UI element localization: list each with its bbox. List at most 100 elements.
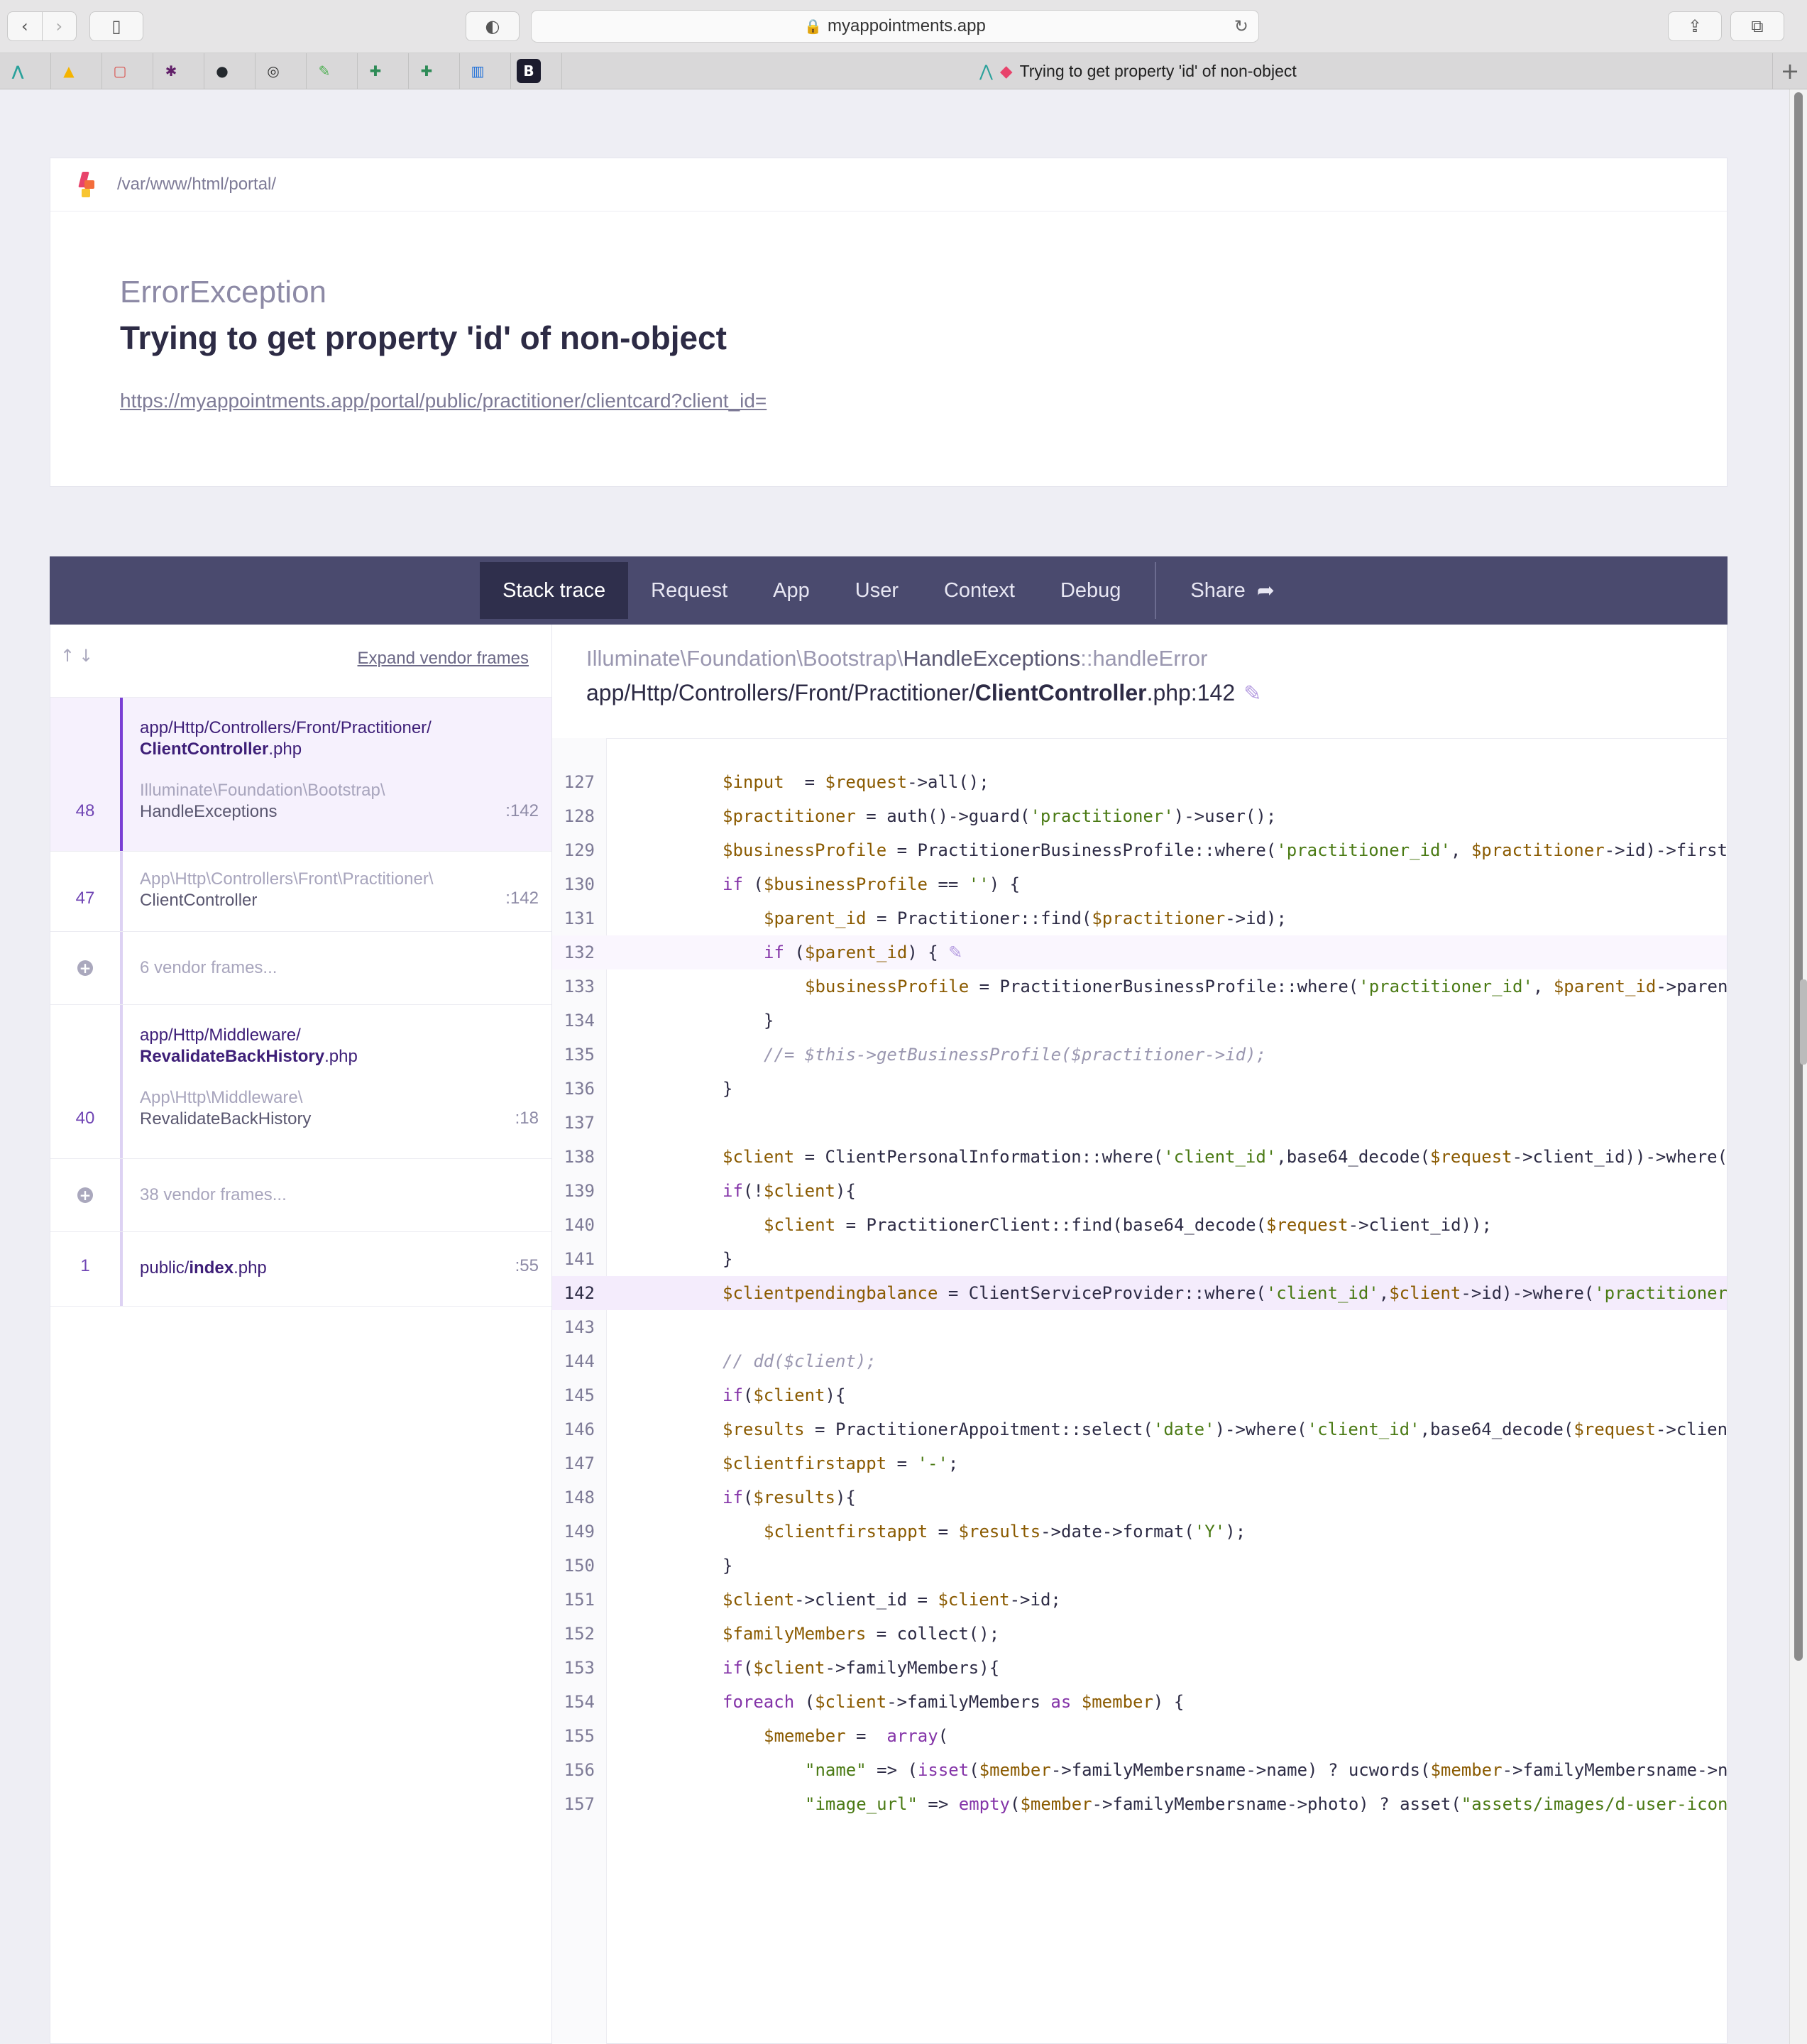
trello-icon[interactable]: ▥ <box>466 59 490 83</box>
browser-toolbar: ‹ › ▯ ◐ 🔒 myappointments.app ↻ ⇪ ⧉ <box>0 0 1807 53</box>
stack-frame[interactable]: 1 public/index.php:55 <box>50 1232 551 1307</box>
code-token: $parent_id <box>764 908 867 928</box>
sheets-plus-icon[interactable]: ✚ <box>363 59 388 83</box>
code-line: 136} <box>552 1072 1727 1106</box>
vendor-frames-toggle[interactable]: +38 vendor frames... <box>50 1159 551 1232</box>
slack-icon[interactable]: ✱ <box>159 59 183 83</box>
tab-debug[interactable]: Debug <box>1038 562 1143 619</box>
line-number: 147 <box>564 1454 595 1473</box>
code-lines: 127 $input = $request->all(); 128 $practiti… <box>552 765 1727 1821</box>
app-path-bar: /var/www/html/portal/ <box>50 158 1727 211</box>
error-tab-icon: ◆ <box>999 62 1013 81</box>
line-number: 130 <box>564 874 595 894</box>
exception-class: ErrorException <box>120 275 327 309</box>
history-nav: ‹ › <box>7 11 77 41</box>
code-line: 139 if(!$client){ <box>552 1174 1727 1208</box>
stack-frame[interactable]: 47 App\Http\Controllers\Front\Practitione… <box>50 852 551 932</box>
request-url-link[interactable]: https://myappointments.app/portal/public… <box>120 390 767 412</box>
line-source: $parent_id = Practitioner::find($practit… <box>764 908 1287 928</box>
tab-context[interactable]: Context <box>921 562 1038 619</box>
line-source: $practitioner = auth()->guard('practitio… <box>723 806 1277 826</box>
page-scrollbar-thumb[interactable] <box>1794 92 1803 1661</box>
code-token: '' <box>968 874 989 894</box>
sidebar-toggle-icon[interactable]: ▯ <box>89 11 143 41</box>
vendor-frames-count: 38 vendor frames... <box>140 1185 287 1204</box>
line-number: 150 <box>564 1556 595 1576</box>
forward-icon[interactable]: › <box>41 12 77 40</box>
code-token: $results <box>958 1522 1041 1542</box>
code-token: 'practitioner_id' <box>1358 977 1533 996</box>
code-token: $member <box>979 1760 1051 1780</box>
ms-planner-icon[interactable]: ⋀ <box>6 59 30 83</box>
code-token: $client <box>938 1590 1010 1610</box>
code-line: 145 if($client){ <box>552 1378 1727 1412</box>
code-token: $member <box>1430 1760 1503 1780</box>
share-button[interactable]: Share ➦ <box>1168 562 1297 619</box>
active-tab[interactable]: ⋀ ◆ Trying to get property 'id' of non-o… <box>979 62 1297 81</box>
code-token: 'date' <box>1153 1419 1215 1439</box>
line-number: 133 <box>564 977 595 996</box>
code-line: 153 if($client->familyMembers){ <box>552 1651 1727 1685</box>
code-token: empty <box>958 1794 1010 1814</box>
code-token: if <box>723 874 743 894</box>
tab-stack-trace[interactable]: Stack trace <box>480 562 629 619</box>
code-line: 137 <box>552 1106 1727 1140</box>
google-drive-icon[interactable]: ▲ <box>57 59 81 83</box>
new-tab-icon[interactable]: + <box>1772 53 1807 89</box>
sort-arrows-icon[interactable]: ↑↓ <box>60 646 97 666</box>
line-source: "name" => (isset($member->familyMembersn… <box>805 1760 1727 1780</box>
code-token: $businessProfile <box>723 840 887 860</box>
edit-pencil-icon[interactable]: ✎ <box>1243 681 1261 706</box>
line-number: 143 <box>564 1317 595 1337</box>
line-number: 139 <box>564 1181 595 1201</box>
code-token: $client <box>815 1692 887 1712</box>
code-token: isset <box>917 1760 970 1780</box>
frame-text: public/index.php <box>140 1258 267 1279</box>
tab-request[interactable]: Request <box>628 562 750 619</box>
github-icon[interactable]: ● <box>210 59 234 83</box>
vendor-frames-toggle[interactable]: +6 vendor frames... <box>50 932 551 1005</box>
line-number: 137 <box>564 1113 595 1133</box>
pin-pencil-icon[interactable]: ✎ <box>948 943 962 962</box>
stack-frame[interactable]: 40 app/Http/Middleware/RevalidateBackHist… <box>50 1005 551 1159</box>
tab-overview-icon[interactable]: ⧉ <box>1730 11 1784 41</box>
chat-bubble-icon[interactable]: ▢ <box>108 59 132 83</box>
bold-b-icon[interactable]: B <box>517 59 541 83</box>
exception-card: /var/www/html/portal/ ErrorException Try… <box>50 158 1728 487</box>
tab-separator <box>101 53 102 89</box>
lifebuoy-icon[interactable]: ◎ <box>261 59 285 83</box>
line-number: 152 <box>564 1624 595 1644</box>
code-token: $practitioner <box>1471 840 1605 860</box>
frame-class: Illuminate\Foundation\Bootstrap\HandleEx… <box>586 646 1208 671</box>
code-token: $request <box>1430 1147 1512 1167</box>
tab-app[interactable]: App <box>750 562 833 619</box>
scroll-indicator <box>1800 979 1807 1065</box>
line-number: 146 <box>564 1419 595 1439</box>
leaf-icon[interactable]: ✎ <box>312 59 336 83</box>
line-number: 148 <box>564 1488 595 1507</box>
expand-plus-icon: + <box>77 1187 93 1203</box>
frame-class-name: HandleExceptions <box>140 802 278 821</box>
code-token: $client <box>1389 1283 1461 1303</box>
privacy-shield-icon[interactable]: ◐ <box>466 11 520 41</box>
share-icon[interactable]: ⇪ <box>1668 11 1722 41</box>
line-source: // dd($client); <box>723 1344 877 1378</box>
frame-indicator <box>120 1232 123 1306</box>
line-number: 136 <box>564 1079 595 1099</box>
reload-icon[interactable]: ↻ <box>1234 16 1248 36</box>
frame-line-number: :142 <box>505 889 539 908</box>
stack-frame[interactable]: 48 app/Http/Controllers/Front/Practitione… <box>50 698 551 852</box>
sheets-plus-icon-2[interactable]: ✚ <box>414 59 439 83</box>
line-number: 131 <box>564 908 595 928</box>
address-bar[interactable]: 🔒 myappointments.app ↻ <box>531 10 1259 43</box>
tab-user[interactable]: User <box>833 562 921 619</box>
line-source: $input = $request->all(); <box>723 772 989 792</box>
lock-icon: 🔒 <box>804 18 823 35</box>
code-line: 134} <box>552 1004 1727 1038</box>
code-token: $clientpendingbalance <box>723 1283 938 1303</box>
tab-separator <box>306 53 307 89</box>
line-source: $businessProfile = PractitionerBusinessP… <box>805 977 1727 996</box>
line-number: 141 <box>564 1249 595 1269</box>
back-icon[interactable]: ‹ <box>8 12 42 40</box>
expand-vendor-frames-link[interactable]: Expand vendor frames <box>358 649 529 669</box>
